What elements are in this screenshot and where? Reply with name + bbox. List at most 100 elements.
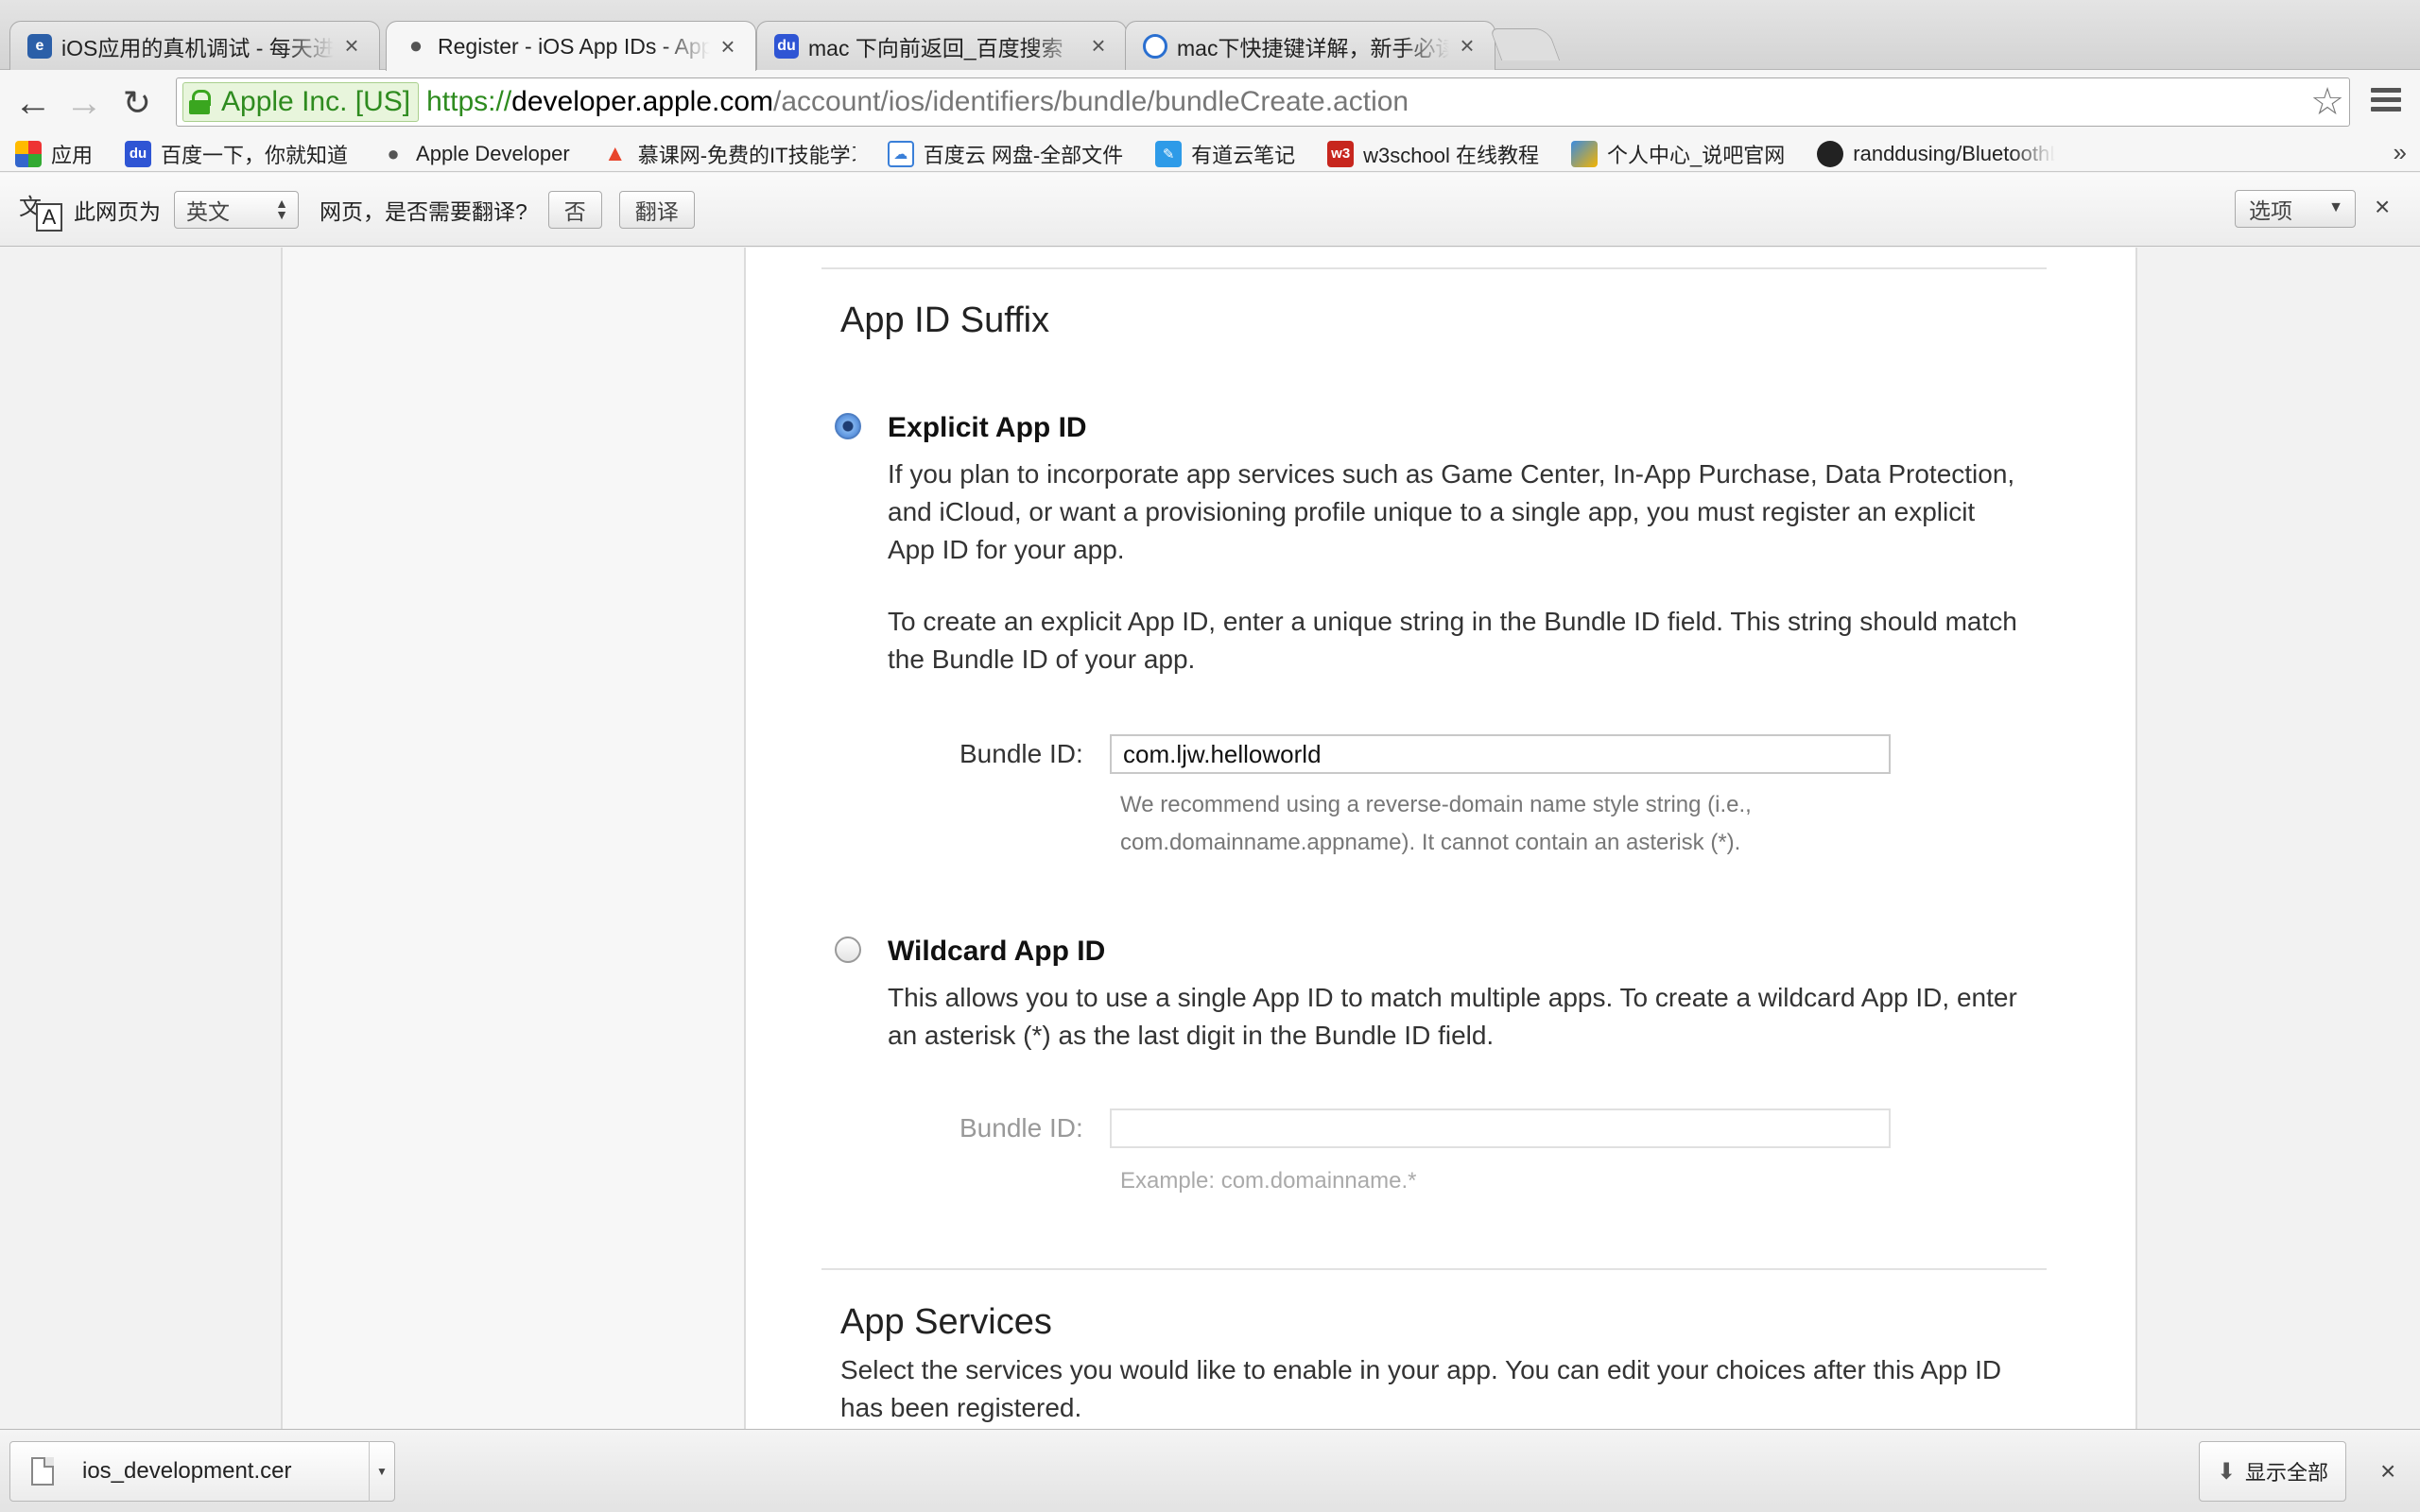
wildcard-app-id-title: Wildcard App ID — [888, 936, 1106, 967]
translate-no-button[interactable]: 否 — [547, 190, 602, 229]
bookmark-youdao-note[interactable]: ✎ 有道云笔记 — [1155, 139, 1295, 169]
page-viewport: App ID Suffix Explicit App ID If you pla… — [0, 248, 2420, 1429]
bookmark-apple-developer[interactable]: ● Apple Developer — [380, 141, 570, 167]
url-scheme: https:// — [426, 86, 512, 117]
explicit-description: If you plan to incorporate app services … — [888, 459, 2015, 564]
puzzle-icon — [1571, 140, 1599, 167]
tab-title: iOS应用的真机调试 - 每天进步一点点 — [61, 35, 334, 60]
caret-down-icon: ▼ — [2328, 199, 2343, 215]
translate-button[interactable]: 翻译 — [618, 190, 695, 229]
chevron-right-more-icon[interactable]: » — [2394, 138, 2407, 167]
bookmark-apps[interactable]: 应用 — [15, 139, 93, 169]
bookmarks-bar: 应用 du 百度一下，你就知道 ● Apple Developer ▲ 慕课网-… — [0, 136, 2420, 172]
close-icon[interactable]: × — [1086, 31, 1111, 60]
bookmark-label: 个人中心_说吧官网 — [1607, 143, 1786, 167]
show-all-label: 显示全部 — [2245, 1461, 2329, 1485]
apple-icon: ● — [387, 141, 400, 165]
w3-icon: w3 — [1327, 140, 1355, 167]
translate-question: 网页，是否需要翻译? — [320, 198, 527, 224]
bookmark-label: w3school 在线教程 — [1363, 143, 1540, 167]
back-arrow-icon[interactable]: ← — [11, 81, 55, 125]
github-icon — [1817, 140, 1844, 167]
divider — [821, 267, 2047, 269]
url-host: developer.apple.com — [511, 86, 774, 117]
apps-grid-icon — [15, 140, 42, 167]
lock-icon — [189, 90, 211, 114]
bundle-id-label: Bundle ID: — [959, 739, 1083, 768]
tab-title: mac 下向前返回_百度搜索 — [808, 35, 1063, 60]
bookmark-label: 慕课网-免费的IT技能学习 — [637, 143, 856, 167]
close-icon[interactable]: × — [1455, 31, 1479, 60]
bookmark-label: 百度云 网盘-全部文件 — [923, 143, 1124, 167]
url-text[interactable]: https://developer.apple.com/account/ios/… — [426, 86, 1409, 118]
wildcard-bundle-id-hint: Example: com.domainname.* — [1120, 1168, 1417, 1194]
bookmark-imooc[interactable]: ▲ 慕课网-免费的IT技能学习 — [602, 139, 856, 169]
baidu-paw-icon: du — [774, 33, 799, 59]
tab-ios-debug[interactable]: e iOS应用的真机调试 - 每天进步一点点 × — [9, 21, 380, 70]
bookmark-label: 有道云笔记 — [1191, 143, 1296, 167]
wildcard-app-id-radio[interactable] — [835, 936, 861, 963]
download-file-name: ios_development.cer — [82, 1458, 292, 1484]
download-arrow-icon: ⬇ — [2216, 1458, 2237, 1485]
browser-toolbar: ← → ↻ Apple Inc. [US] https://developer.… — [0, 70, 2420, 136]
chrome-menu-icon[interactable] — [2367, 83, 2405, 121]
explicit-bundle-id-input[interactable] — [1110, 734, 1891, 774]
explicit-app-id-radio[interactable] — [835, 413, 861, 439]
note-icon: ✎ — [1155, 140, 1183, 167]
app-services-description: Select the services you would like to en… — [840, 1355, 2002, 1422]
chevron-down-icon[interactable]: ▼ — [370, 1465, 394, 1478]
source-language-select[interactable]: 英文 ▲ ▼ — [174, 190, 299, 229]
download-item[interactable]: ios_development.cer ▼ — [9, 1441, 395, 1502]
close-icon[interactable]: × — [716, 32, 740, 61]
source-language-value: 英文 — [186, 198, 230, 224]
e-icon: e — [27, 33, 52, 59]
bookmark-baidu[interactable]: du 百度一下，你就知道 — [125, 139, 348, 169]
bundle-id-label: Bundle ID: — [959, 1113, 1083, 1143]
file-icon — [31, 1457, 54, 1486]
bookmark-baidu-cloud[interactable]: ☁ 百度云 网盘-全部文件 — [887, 139, 1124, 169]
wildcard-description: This allows you to use a single App ID t… — [888, 983, 2017, 1050]
baidu-paw-icon: du — [125, 140, 152, 167]
search-q-icon — [1143, 33, 1167, 59]
cloud-icon: ☁ — [887, 140, 914, 167]
main-content: App ID Suffix Explicit App ID If you pla… — [746, 248, 2137, 1429]
tab-register-app-ids[interactable]: ● Register - iOS App IDs - Apple Develop… — [386, 21, 756, 71]
bookmark-star-icon[interactable]: ☆ — [2306, 80, 2349, 124]
app-services-heading: App Services — [840, 1302, 1052, 1342]
url-path: /account/ios/identifiers/bundle/bundleCr… — [773, 86, 1409, 117]
translate-infobar: 文A 此网页为 英文 ▲ ▼ 网页，是否需要翻译? 否 翻译 选项 ▼ × — [0, 173, 2420, 247]
bookmark-label: Apple Developer — [416, 141, 570, 165]
close-icon[interactable]: × — [2375, 192, 2390, 222]
wildcard-bundle-id-input[interactable] — [1110, 1108, 1891, 1148]
close-icon[interactable]: × — [339, 31, 364, 60]
new-tab-button[interactable] — [1489, 28, 1561, 60]
show-all-downloads-button[interactable]: ⬇ 显示全部 — [2199, 1441, 2346, 1502]
explicit-instructions: To create an explicit App ID, enter a un… — [888, 607, 2017, 674]
bundle-id-hint: We recommend using a reverse-domain name… — [1120, 792, 1752, 855]
translate-options-label: 选项 — [2249, 198, 2292, 223]
address-bar[interactable]: Apple Inc. [US] https://developer.apple.… — [176, 77, 2350, 127]
bookmark-label: randdusing/BluetoothLE — [1853, 141, 2056, 165]
close-icon[interactable]: × — [2380, 1456, 2395, 1486]
tab-strip: e iOS应用的真机调试 - 每天进步一点点 × ● Register - iO… — [0, 0, 2420, 71]
bookmark-github-bluetooth[interactable]: randdusing/BluetoothLE — [1817, 140, 2056, 167]
apple-icon: ● — [408, 33, 424, 59]
tab-baidu-search[interactable]: du mac 下向前返回_百度搜索 × — [756, 21, 1127, 70]
flame-icon: ▲ — [603, 140, 627, 166]
bookmark-shuoba[interactable]: 个人中心_说吧官网 — [1571, 139, 1785, 169]
explicit-app-id-title: Explicit App ID — [888, 412, 1087, 443]
ev-certificate-badge[interactable]: Apple Inc. [US] — [182, 82, 420, 122]
translate-prefix: 此网页为 — [74, 198, 161, 224]
tab-title: mac下快捷键详解，新手必读 — [1177, 35, 1449, 60]
divider — [821, 1268, 2047, 1270]
forward-arrow-icon[interactable]: → — [62, 81, 106, 125]
updown-arrows-icon: ▲ ▼ — [275, 195, 288, 222]
download-shelf: ios_development.cer ▼ ⬇ 显示全部 × — [0, 1429, 2420, 1512]
reload-icon[interactable]: ↻ — [115, 81, 159, 125]
tab-title: Register - iOS App IDs - Apple Developer — [438, 33, 710, 59]
bookmark-w3school[interactable]: w3 w3school 在线教程 — [1327, 139, 1539, 169]
translate-icon: 文A — [17, 186, 64, 233]
translate-options-button[interactable]: 选项 ▼ — [2235, 190, 2356, 228]
bookmark-label: 百度一下，你就知道 — [161, 143, 349, 167]
tab-mac-shortcuts[interactable]: mac下快捷键详解，新手必读 × — [1125, 21, 1495, 70]
